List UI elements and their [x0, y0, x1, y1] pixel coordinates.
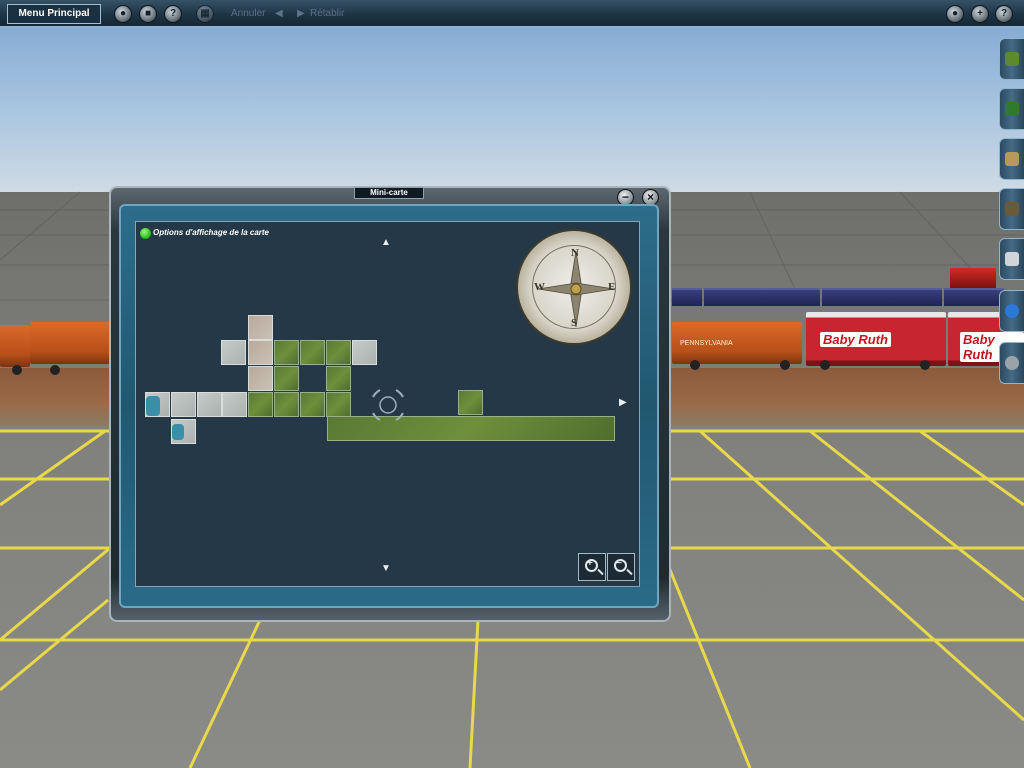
map-tile — [248, 340, 273, 365]
tab-water[interactable] — [999, 290, 1024, 332]
railcar-pennsylvania[interactable]: PENNSYLVANIA — [672, 322, 802, 364]
railcar-logo: Baby Ruth — [820, 332, 891, 347]
map-tile — [326, 340, 351, 365]
pan-right-arrow[interactable]: ▶ — [619, 397, 627, 408]
wheel — [690, 360, 700, 370]
hopper-car[interactable] — [944, 288, 1004, 306]
railcar-marking: PENNSYLVANIA — [680, 340, 733, 347]
hopper-car[interactable] — [822, 288, 942, 306]
locomotive[interactable] — [950, 268, 996, 288]
pan-down-arrow[interactable]: ▼ — [381, 563, 391, 574]
tab-tools[interactable] — [999, 238, 1024, 280]
tab-settings[interactable] — [999, 342, 1024, 384]
minus-symbol: − — [616, 558, 622, 569]
wrench-icon — [1005, 252, 1019, 266]
map-tile — [274, 392, 299, 417]
compass[interactable]: N E S W — [516, 229, 632, 345]
wheel — [50, 365, 60, 375]
compass-w-label: W — [534, 281, 545, 293]
redo-arrow-icon: ▶ — [297, 8, 305, 19]
camera-icon[interactable]: ● — [946, 5, 964, 23]
wheel — [780, 360, 790, 370]
compass-n-label: N — [571, 247, 579, 259]
zoom-in-icon[interactable]: + — [971, 5, 989, 23]
grid-icon[interactable]: ▦ — [196, 5, 214, 23]
magnifier-handle — [626, 568, 633, 576]
tab-track[interactable] — [999, 188, 1024, 230]
tab-paint[interactable] — [999, 88, 1024, 130]
terrain-icon — [1005, 52, 1019, 66]
minimap-title: Mini-carte — [354, 187, 424, 199]
redo-button[interactable]: Rétablir — [310, 8, 344, 19]
help-tool-icon[interactable]: ? — [164, 5, 182, 23]
compass-e-label: E — [608, 281, 616, 293]
coast-feature — [172, 424, 184, 440]
zoom-in-button[interactable]: + — [578, 553, 606, 581]
help-icon[interactable]: ? — [995, 5, 1013, 23]
plus-symbol: + — [587, 558, 593, 569]
railcar-baby-ruth[interactable]: Baby Ruth — [806, 312, 946, 366]
map-tile — [248, 392, 273, 417]
railcar[interactable] — [30, 322, 110, 364]
map-tile — [458, 390, 483, 415]
wheel — [820, 360, 830, 370]
tab-objects[interactable] — [999, 138, 1024, 180]
building-icon — [1005, 152, 1019, 166]
map-tile — [248, 366, 273, 391]
map-tile — [300, 340, 325, 365]
magnifier-handle — [597, 568, 604, 576]
main-menu-button[interactable]: Menu Principal — [7, 4, 101, 24]
water-icon — [1005, 304, 1019, 318]
stop-icon[interactable]: ■ — [139, 5, 157, 23]
undo-button[interactable]: Annuler — [231, 8, 265, 19]
compass-s-label: S — [571, 317, 578, 329]
wheel — [920, 360, 930, 370]
globe-icon[interactable]: ● — [114, 5, 132, 23]
map-tile — [352, 340, 377, 365]
options-indicator-icon[interactable] — [140, 228, 151, 239]
map-tile — [300, 392, 325, 417]
hopper-car[interactable] — [672, 288, 702, 306]
top-toolbar: Menu Principal ● ■ ? ▦ Annuler ◀ ▶ Rétab… — [0, 0, 1024, 28]
map-tile — [274, 340, 299, 365]
tree-icon — [1005, 102, 1019, 116]
wheel — [12, 365, 22, 375]
map-display-options-label: Options d'affichage de la carte — [153, 228, 270, 237]
map-tile — [221, 340, 246, 365]
railcar[interactable] — [0, 325, 30, 367]
zoom-out-button[interactable]: − — [607, 553, 635, 581]
tab-terrain[interactable] — [999, 38, 1024, 80]
hopper-car[interactable] — [704, 288, 820, 306]
map-tile — [222, 392, 247, 417]
map-tile — [326, 392, 351, 417]
coast-feature — [146, 396, 160, 416]
map-tile — [197, 392, 222, 417]
map-tile — [248, 315, 273, 340]
camera-reticle-icon — [372, 389, 404, 421]
map-tile — [274, 366, 299, 391]
gear-icon — [1005, 356, 1019, 370]
map-tile — [171, 392, 196, 417]
undo-arrow-icon: ◀ — [275, 8, 283, 19]
track-icon — [1005, 202, 1019, 216]
map-tile — [326, 366, 351, 391]
pan-up-arrow[interactable]: ▲ — [381, 237, 391, 248]
